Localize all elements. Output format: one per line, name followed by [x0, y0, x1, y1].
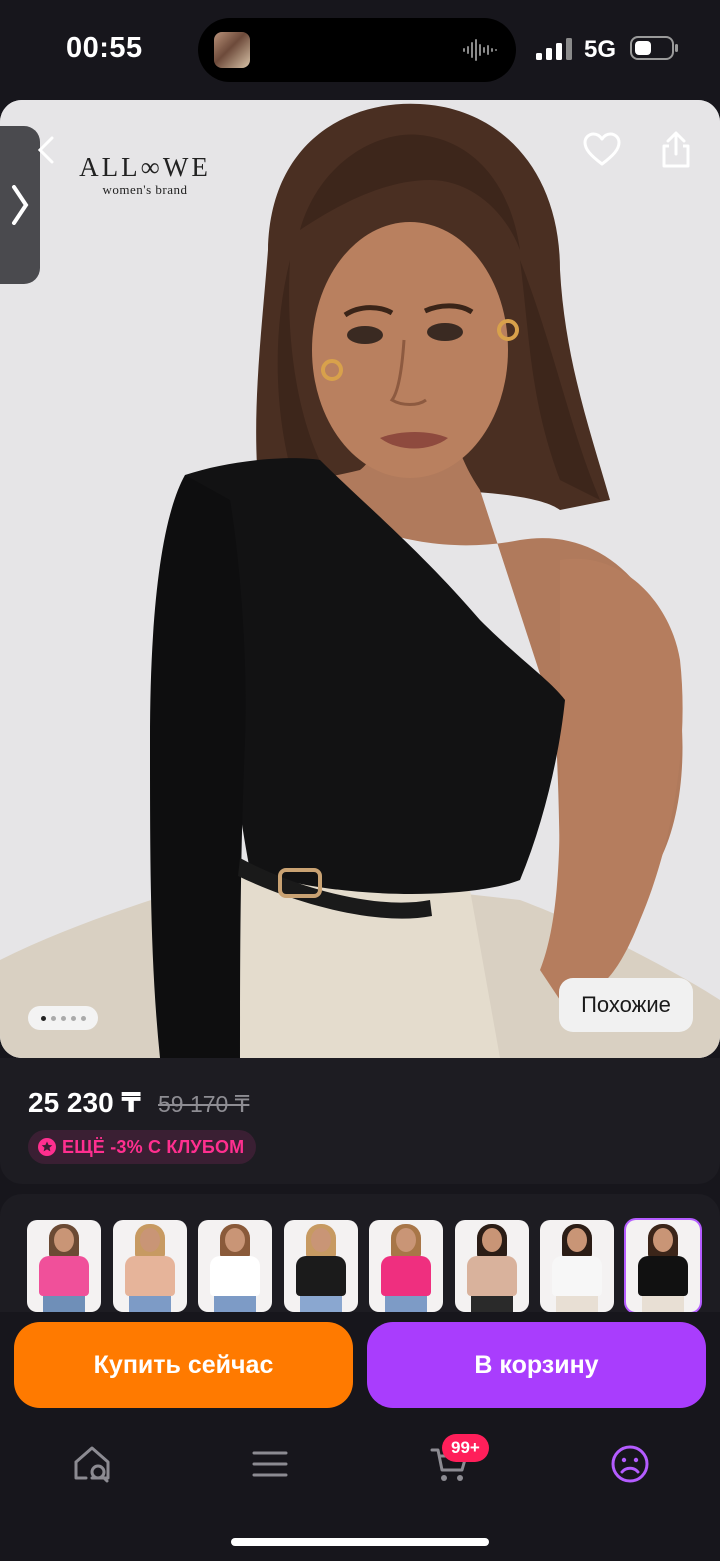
- variant-thumbnail[interactable]: [27, 1220, 101, 1312]
- current-price: 25 230 ₸: [28, 1087, 141, 1118]
- thumbnail-top: [210, 1256, 260, 1296]
- variant-thumbnail[interactable]: [369, 1220, 443, 1312]
- thumbnail-top: [552, 1256, 602, 1296]
- clock: 00:55: [66, 32, 143, 64]
- thumbnail-face: [54, 1228, 74, 1252]
- home-indicator[interactable]: [231, 1538, 489, 1546]
- thumbnail-face: [481, 1228, 502, 1252]
- network-type: 5G: [584, 36, 617, 63]
- thumbnail-bottom: [214, 1296, 256, 1312]
- variant-thumbnail[interactable]: [112, 1220, 187, 1312]
- thumbnail-top: [124, 1256, 175, 1296]
- thumbnail-top: [637, 1256, 688, 1296]
- tab-home-search[interactable]: [70, 1442, 114, 1486]
- buy-now-button[interactable]: Купить сейчас: [14, 1322, 353, 1408]
- brand-name: ALL∞WE: [79, 152, 211, 182]
- share-button[interactable]: [652, 126, 700, 174]
- profile-icon: [611, 1445, 649, 1483]
- thumbnail-face: [310, 1228, 331, 1252]
- catalog-icon: [252, 1451, 288, 1477]
- purchase-actions: Купить сейчас В корзину: [0, 1312, 720, 1420]
- club-discount-badge[interactable]: ЕЩЁ -3% С КЛУБОМ: [28, 1130, 257, 1164]
- thumbnail-face: [225, 1228, 245, 1252]
- tab-profile[interactable]: [608, 1442, 652, 1486]
- color-variants: [0, 1194, 720, 1312]
- thumbnail-top: [466, 1256, 517, 1296]
- similar-button[interactable]: Похожие: [559, 978, 693, 1032]
- variant-thumbnail[interactable]: [454, 1220, 529, 1312]
- brand-tagline: women's brand: [102, 182, 188, 197]
- thumbnail-face: [652, 1228, 673, 1252]
- thumbnail-bottom: [385, 1296, 427, 1312]
- thumbnail-top: [381, 1256, 431, 1296]
- thumbnail-face: [567, 1228, 587, 1252]
- cart-count-badge: 99+: [442, 1434, 489, 1462]
- thumbnail-face: [396, 1228, 416, 1252]
- thumbnail-bottom: [128, 1296, 171, 1312]
- status-bar: 00:55 5G: [0, 0, 720, 100]
- thumbnail-bottom: [299, 1296, 342, 1312]
- old-price: 59 170 ₸: [158, 1091, 250, 1117]
- gallery-page-indicator: [28, 1006, 98, 1030]
- variant-thumbnail[interactable]: [540, 1220, 614, 1312]
- heart-icon: [583, 132, 621, 166]
- battery-icon: [630, 36, 678, 60]
- cellular-signal-icon: [536, 38, 572, 60]
- thumbnail-bottom: [556, 1296, 598, 1312]
- tab-bar: 99+: [0, 1420, 720, 1561]
- thumbnail-face: [139, 1228, 160, 1252]
- now-playing-artwork: [214, 32, 250, 68]
- page-dot: [50, 1015, 56, 1021]
- thumbnail-top: [39, 1256, 89, 1296]
- thumbnail-bottom: [641, 1296, 684, 1312]
- dynamic-island[interactable]: [198, 18, 516, 82]
- club-discount-label: ЕЩЁ -3% С КЛУБОМ: [62, 1136, 245, 1157]
- chevron-left-icon[interactable]: [34, 136, 56, 164]
- variant-thumbnail[interactable]: [198, 1220, 272, 1312]
- chevron-right-icon: [12, 185, 29, 225]
- product-image-gallery[interactable]: ALL∞WE women's brand Похожие: [0, 100, 720, 1058]
- search-home-icon: [74, 1446, 110, 1483]
- share-icon: [662, 131, 690, 168]
- star-badge-icon: [38, 1138, 56, 1156]
- product-photo: [0, 100, 720, 1058]
- brand-logo: ALL∞WE women's brand: [70, 152, 220, 198]
- price-card: 25 230 ₸ 59 170 ₸ ЕЩЁ -3% С КЛУБОМ: [0, 1058, 720, 1184]
- tab-catalog[interactable]: [248, 1442, 292, 1486]
- thumbnail-bottom: [470, 1296, 513, 1312]
- page-dot: [70, 1015, 76, 1021]
- variant-thumbnail[interactable]: [283, 1220, 358, 1312]
- thumbnail-bottom: [43, 1296, 85, 1312]
- variant-thumbnail[interactable]: [623, 1218, 702, 1312]
- thumbnail-top: [295, 1256, 346, 1296]
- favorite-button[interactable]: [578, 126, 626, 174]
- add-to-cart-button[interactable]: В корзину: [367, 1322, 706, 1408]
- page-dot: [60, 1015, 66, 1021]
- page-dot: [80, 1015, 86, 1021]
- page-dot: [40, 1015, 46, 1021]
- audio-waveform-icon: [463, 39, 497, 61]
